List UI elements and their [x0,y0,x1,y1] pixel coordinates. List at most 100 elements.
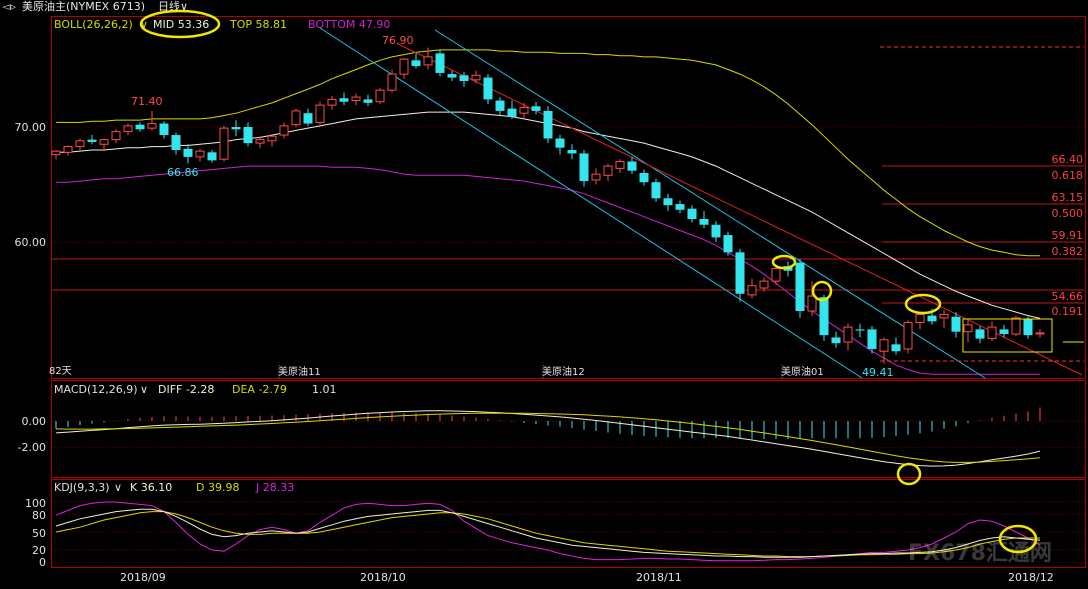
candle-body-65 [831,337,841,344]
kdj-tick-80: 80 [32,509,46,522]
candle-body-75 [951,316,961,332]
macd-dea-label: DEA -2.79 [232,383,287,396]
candle-body-14 [219,127,229,160]
boll-bottom-label: BOTTOM 47.90 [308,18,390,31]
candle-body-64 [819,297,829,336]
candle-body-20 [291,110,301,126]
candle-body-37 [495,100,505,111]
x-label-2018-11: 2018/11 [636,571,682,584]
candle-body-80 [1011,317,1021,335]
annotation-peak-76: 76.90 [382,34,414,47]
bollinger-bands [56,49,1041,375]
candle-body-42 [555,138,565,148]
candle-body-13 [207,152,217,161]
candle-body-43 [567,150,577,154]
candle-body-60 [771,267,781,282]
panel-border-0 [51,16,1086,379]
candle-body-25 [351,96,361,102]
fibonacci-levels: 66.40 0.618 63.15 0.500 59.91 0.382 54.66 0.191 [52,46,1084,318]
candle-body-27 [375,89,385,103]
macd-tick-minus2: -2.00 [18,441,46,454]
candle-body-3 [87,139,97,142]
macd-name[interactable]: MACD(12,26,9) [54,383,138,396]
fib-label-59.91: 59.91 [1052,229,1084,242]
candle-body-48 [627,161,637,171]
kdj-tick-0: 0 [39,556,46,569]
fib-label-66.40: 66.40 [1052,153,1084,166]
candle-body-58 [747,285,757,296]
candle-body-33 [447,74,457,78]
candle-body-47 [615,161,625,169]
candle-body-77 [975,329,985,339]
candle-body-0 [51,150,61,156]
candle-body-39 [519,106,529,114]
y-tick-60: 60.00 [15,236,47,249]
candle-body-5 [111,131,121,141]
candle-body-54 [699,219,709,225]
kdj-caret[interactable]: ∨ [114,481,122,494]
candle-body-46 [603,165,613,176]
candle-body-70 [891,344,901,352]
contract-11-label: 美原油11 [278,365,321,378]
boll-top-label: TOP 58.81 [229,18,287,31]
kdj-tick-50: 50 [32,527,46,540]
contract-01-label: 美原油01 [781,365,824,378]
candle-body-16 [243,127,253,144]
candle-body-36 [483,77,493,100]
boll-name[interactable]: BOLL(26,26,2) [54,18,133,31]
annotation-high-71: 71.40 [131,95,163,108]
candle-body-72 [915,313,925,324]
candlesticks [51,47,1045,364]
candle-body-68 [867,329,877,349]
candle-body-45 [591,173,601,181]
candle-body-71 [903,322,913,350]
candle-body-12 [195,150,205,158]
candle-body-59 [759,280,769,289]
candle-body-10 [171,135,181,150]
candle-body-21 [303,113,313,124]
candle-body-51 [663,198,673,206]
candle-body-69 [879,339,889,352]
macd-caret[interactable]: ∨ [140,383,148,396]
macd-value-label: 1.01 [312,383,337,396]
annotation-low-66: 66.86 [167,166,199,179]
kdj-d-label: D 39.98 [196,481,239,494]
candle-body-73 [927,315,937,322]
candle-body-22 [315,104,325,123]
candle-body-55 [711,224,721,238]
boll-mid-label: MID 53.36 [153,18,209,31]
x-label-2018-10: 2018/10 [360,571,406,584]
candle-body-34 [459,75,469,81]
candle-body-29 [399,58,409,75]
candle-body-78 [987,326,997,340]
kdj-j-label: J 28.33 [255,481,294,494]
fib-label-0.500: 0.500 [1052,207,1084,220]
chart-svg[interactable]: BOLL(26,26,2) ∨ MID 53.36 TOP 58.81 BOTT… [0,0,1088,589]
kdj-k-label: K 36.10 [130,481,172,494]
candle-body-32 [435,53,445,73]
candle-body-24 [339,98,349,102]
kdj-name[interactable]: KDJ(9,3,3) [54,481,110,494]
macd-series [52,407,1085,467]
boll-bottom-line [56,165,1040,375]
candle-body-17 [255,139,265,144]
candle-body-53 [687,208,697,219]
candle-body-30 [411,60,421,67]
candle-body-66 [843,326,853,343]
candle-body-18 [267,135,277,142]
kdj-j-line [55,501,1041,562]
fib-label-0.618: 0.618 [1052,169,1084,182]
macd-diff-line [55,410,1041,467]
fib-label-0.191: 0.191 [1052,305,1084,318]
candle-body-28 [387,73,397,91]
candle-body-23 [327,98,337,106]
candle-body-1 [63,146,73,153]
candle-body-6 [123,125,133,133]
channel-lower-line [319,27,863,379]
candle-body-76 [963,324,973,333]
candle-body-52 [675,204,685,210]
candle-body-19 [279,125,289,136]
candle-body-35 [471,74,481,81]
candle-body-57 [735,252,745,294]
watermark-text: FX678汇通网 [908,541,1052,566]
